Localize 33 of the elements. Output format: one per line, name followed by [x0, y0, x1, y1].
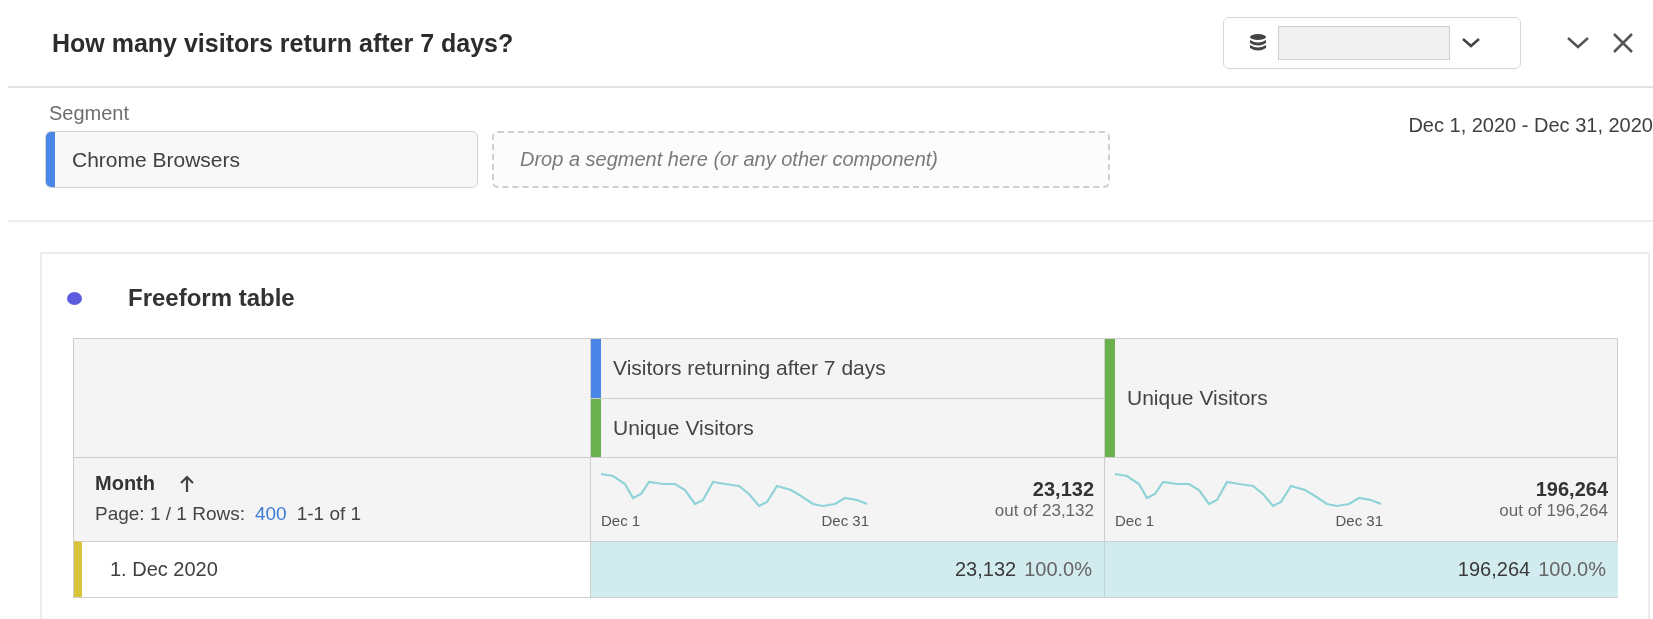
- column-total-note: out of 23,132: [994, 501, 1094, 521]
- cell-percent: 100.0%: [1024, 558, 1092, 581]
- panel-title: How many visitors return after 7 days?: [52, 28, 515, 58]
- metric-header[interactable]: Unique Visitors: [591, 397, 1104, 457]
- cell-value: 23,132: [955, 558, 1017, 581]
- chevron-down-icon: [1460, 36, 1482, 50]
- column-total: 196,264: [1535, 478, 1608, 501]
- dropdown-field[interactable]: [1278, 26, 1450, 60]
- segment-label: Segment: [49, 102, 131, 125]
- cell-value: 196,264: [1457, 558, 1531, 581]
- database-icon: [1248, 33, 1268, 53]
- chevron-down-icon: [1565, 35, 1591, 51]
- column-total-note: out of 196,264: [1499, 501, 1608, 521]
- metric-header[interactable]: Unique Visitors: [1105, 339, 1617, 457]
- metric-header[interactable]: Visitors returning after 7 days: [591, 339, 1104, 398]
- status-dot: [67, 291, 82, 305]
- rows-per-page-link[interactable]: 400: [254, 503, 287, 525]
- pagination-text: Page: 1 / 1 Rows:: [95, 503, 245, 525]
- sort-ascending-icon[interactable]: [179, 473, 195, 494]
- sparkline-start-label: Dec 1: [601, 512, 641, 529]
- table-title: Freeform table: [128, 284, 295, 312]
- segment-chip[interactable]: Chrome Browsers: [45, 131, 478, 188]
- close-icon: [1611, 31, 1635, 55]
- segment-drop-zone[interactable]: Drop a segment here (or any other component): [492, 131, 1110, 188]
- row-label[interactable]: 1. Dec 2020: [74, 541, 591, 597]
- column-total: 23,132: [1032, 478, 1094, 501]
- sparkline-end-label: Dec 31: [1335, 512, 1383, 529]
- date-range[interactable]: Dec 1, 2020 - Dec 31, 2020: [1408, 102, 1653, 220]
- row-range: 1-1 of 1: [296, 503, 362, 525]
- dimension-header[interactable]: Month: [95, 472, 155, 495]
- cell-percent: 100.0%: [1538, 558, 1606, 581]
- sparkline-start-label: Dec 1: [1115, 512, 1155, 529]
- sparkline-end-label: Dec 31: [821, 512, 869, 529]
